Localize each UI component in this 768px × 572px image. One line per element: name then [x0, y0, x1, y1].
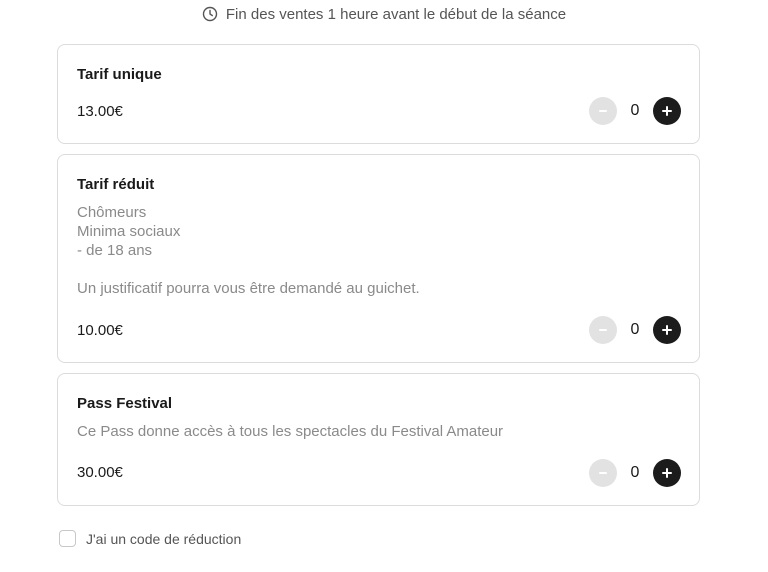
- minus-icon: [599, 110, 607, 112]
- ticket-price: 13.00€: [77, 103, 123, 120]
- minus-icon: [599, 329, 607, 331]
- ticket-description: Ce Pass donne accès à tous les spectacle…: [77, 423, 504, 440]
- quantity-value: 0: [630, 102, 640, 119]
- ticket-card-pass-festival: Pass Festival Ce Pass donne accès à tous…: [57, 373, 700, 506]
- ticket-title: Tarif réduit: [77, 176, 155, 193]
- ticket-card-tarif-unique: Tarif unique 13.00€ 0: [57, 44, 700, 144]
- quantity-value: 0: [630, 464, 640, 481]
- discount-code-checkbox[interactable]: [59, 530, 76, 547]
- ticket-price: 10.00€: [77, 322, 123, 339]
- minus-icon: [599, 472, 607, 474]
- increase-quantity-button[interactable]: [653, 316, 681, 344]
- ticket-title: Tarif unique: [77, 66, 162, 83]
- increase-quantity-button[interactable]: [653, 97, 681, 125]
- quantity-stepper: 0: [589, 459, 681, 487]
- quantity-stepper: 0: [589, 316, 681, 344]
- ticket-title: Pass Festival: [77, 395, 173, 412]
- decrease-quantity-button[interactable]: [589, 316, 617, 344]
- discount-code-option[interactable]: J'ai un code de réduction: [59, 530, 241, 547]
- quantity-value: 0: [630, 321, 640, 338]
- decrease-quantity-button[interactable]: [589, 459, 617, 487]
- ticket-card-tarif-reduit: Tarif réduit Chômeurs Minima sociaux - d…: [57, 154, 700, 363]
- sales-end-notice: Fin des ventes 1 heure avant le début de…: [0, 4, 768, 24]
- clock-icon: [202, 6, 218, 22]
- sales-end-text: Fin des ventes 1 heure avant le début de…: [225, 5, 567, 23]
- decrease-quantity-button[interactable]: [589, 97, 617, 125]
- increase-quantity-button[interactable]: [653, 459, 681, 487]
- discount-code-label[interactable]: J'ai un code de réduction: [86, 531, 241, 547]
- ticket-price: 30.00€: [77, 464, 123, 481]
- quantity-stepper: 0: [589, 97, 681, 125]
- ticket-description: Chômeurs Minima sociaux - de 18 ans Un j…: [77, 204, 420, 297]
